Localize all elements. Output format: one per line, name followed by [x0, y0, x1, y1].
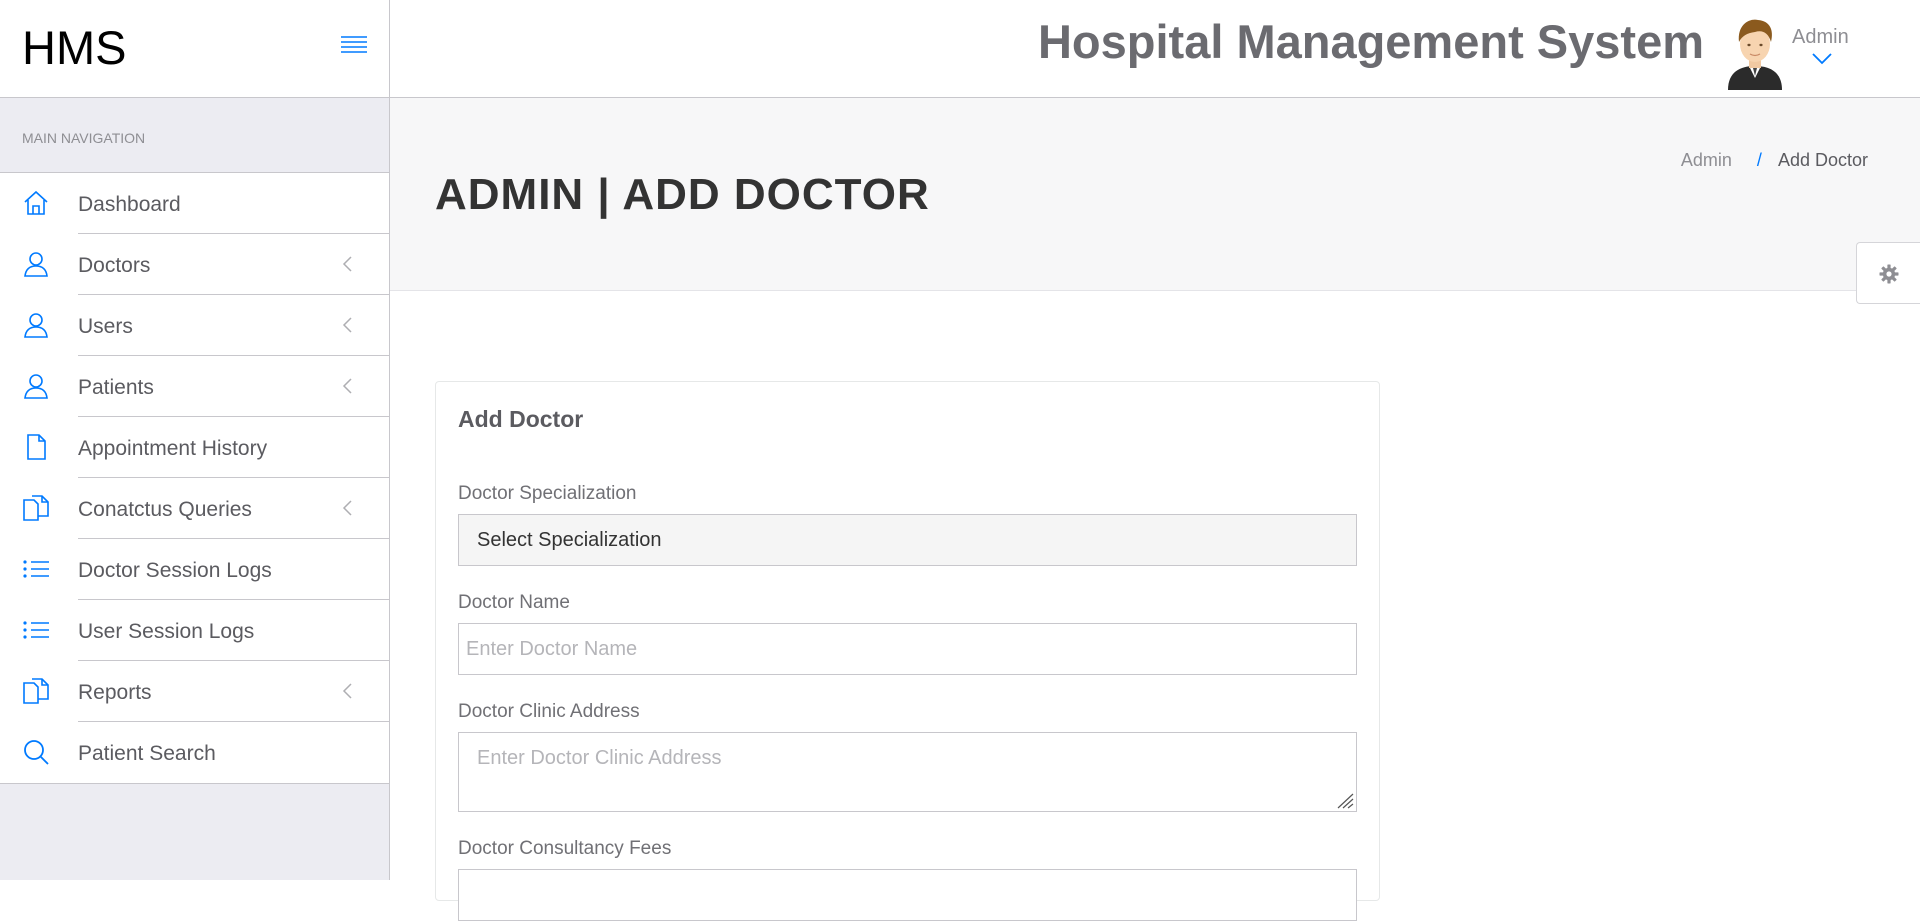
sidebar-item-doctors[interactable]: Doctors	[0, 234, 389, 295]
clinic-address-label: Doctor Clinic Address	[458, 701, 640, 722]
files-icon	[22, 494, 50, 522]
top-navbar: HMS Hospital Management System Admin	[0, 0, 1920, 98]
nav-list: Dashboard Doctors Users Patients Appoint…	[0, 172, 389, 784]
chevron-left-icon	[342, 683, 352, 704]
list-icon	[22, 555, 50, 583]
sidebar-item-label: User Session Logs	[78, 620, 255, 643]
clinic-address-textarea[interactable]	[458, 732, 1357, 812]
breadcrumb-admin-link[interactable]: Admin	[1681, 150, 1732, 170]
consultancy-fees-label: Doctor Consultancy Fees	[458, 838, 672, 859]
hamburger-icon[interactable]	[340, 34, 368, 56]
files-icon	[22, 677, 50, 705]
sidebar-item-contactus-queries[interactable]: Conatctus Queries	[0, 478, 389, 539]
sidebar-item-dashboard[interactable]: Dashboard	[0, 173, 389, 234]
sidebar-item-patients[interactable]: Patients	[0, 356, 389, 417]
panel-title: Add Doctor	[458, 406, 584, 432]
list-icon	[22, 616, 50, 644]
resize-grip-icon[interactable]	[1336, 793, 1354, 809]
sidebar-item-reports[interactable]: Reports	[0, 661, 389, 722]
sidebar-item-appointment-history[interactable]: Appointment History	[0, 417, 389, 478]
sidebar-item-doctor-session-logs[interactable]: Doctor Session Logs	[0, 539, 389, 600]
brand-area: HMS	[0, 0, 390, 97]
sidebar-item-label: Doctors	[78, 254, 151, 277]
page-header: ADMIN | ADD DOCTOR Admin / Add Doctor	[390, 98, 1920, 291]
chevron-down-icon[interactable]	[1812, 52, 1832, 70]
page-title: ADMIN | ADD DOCTOR	[435, 170, 930, 219]
file-icon	[22, 433, 50, 461]
home-icon	[22, 189, 50, 217]
sidebar: MAIN NAVIGATION Dashboard Doctors Users …	[0, 98, 390, 880]
add-doctor-panel: Add Doctor Doctor Specialization Select …	[435, 381, 1380, 921]
sidebar-item-label: Conatctus Queries	[78, 498, 252, 521]
search-icon	[22, 738, 50, 766]
chevron-left-icon	[342, 500, 352, 521]
sidebar-item-label: Dashboard	[78, 193, 181, 216]
doctor-name-input[interactable]	[458, 623, 1357, 675]
sidebar-item-label: Patient Search	[78, 742, 216, 765]
chevron-left-icon	[342, 378, 352, 399]
breadcrumb-separator: /	[1756, 150, 1762, 170]
user-icon	[22, 372, 50, 400]
specialization-label: Doctor Specialization	[458, 483, 637, 504]
nav-heading: MAIN NAVIGATION	[22, 130, 146, 146]
user-icon	[22, 311, 50, 339]
sidebar-item-label: Patients	[78, 376, 154, 399]
user-name: Admin	[1792, 26, 1849, 48]
system-title: Hospital Management System	[1037, 15, 1704, 68]
sidebar-item-label: Reports	[78, 681, 152, 704]
breadcrumb: Admin / Add Doctor	[1681, 150, 1868, 171]
sidebar-item-user-session-logs[interactable]: User Session Logs	[0, 600, 389, 661]
sidebar-item-users[interactable]: Users	[0, 295, 389, 356]
brand-logo-text[interactable]: HMS	[22, 20, 126, 75]
consultancy-fees-input[interactable]	[458, 869, 1357, 921]
breadcrumb-current: Add Doctor	[1777, 150, 1868, 170]
doctor-name-label: Doctor Name	[458, 592, 570, 613]
sidebar-item-label: Appointment History	[78, 437, 268, 460]
sidebar-item-label: Doctor Session Logs	[78, 559, 272, 582]
sidebar-item-label: Users	[78, 315, 133, 338]
chevron-left-icon	[342, 317, 352, 338]
user-icon	[22, 250, 50, 278]
sidebar-item-patient-search[interactable]: Patient Search	[0, 722, 389, 783]
specialization-select[interactable]: Select Specialization	[458, 514, 1357, 566]
settings-toggle-button[interactable]	[1856, 242, 1920, 304]
chevron-left-icon	[342, 256, 352, 277]
gear-icon	[1879, 264, 1899, 284]
user-menu[interactable]: Admin	[1792, 26, 1872, 65]
user-avatar[interactable]	[1722, 16, 1788, 90]
